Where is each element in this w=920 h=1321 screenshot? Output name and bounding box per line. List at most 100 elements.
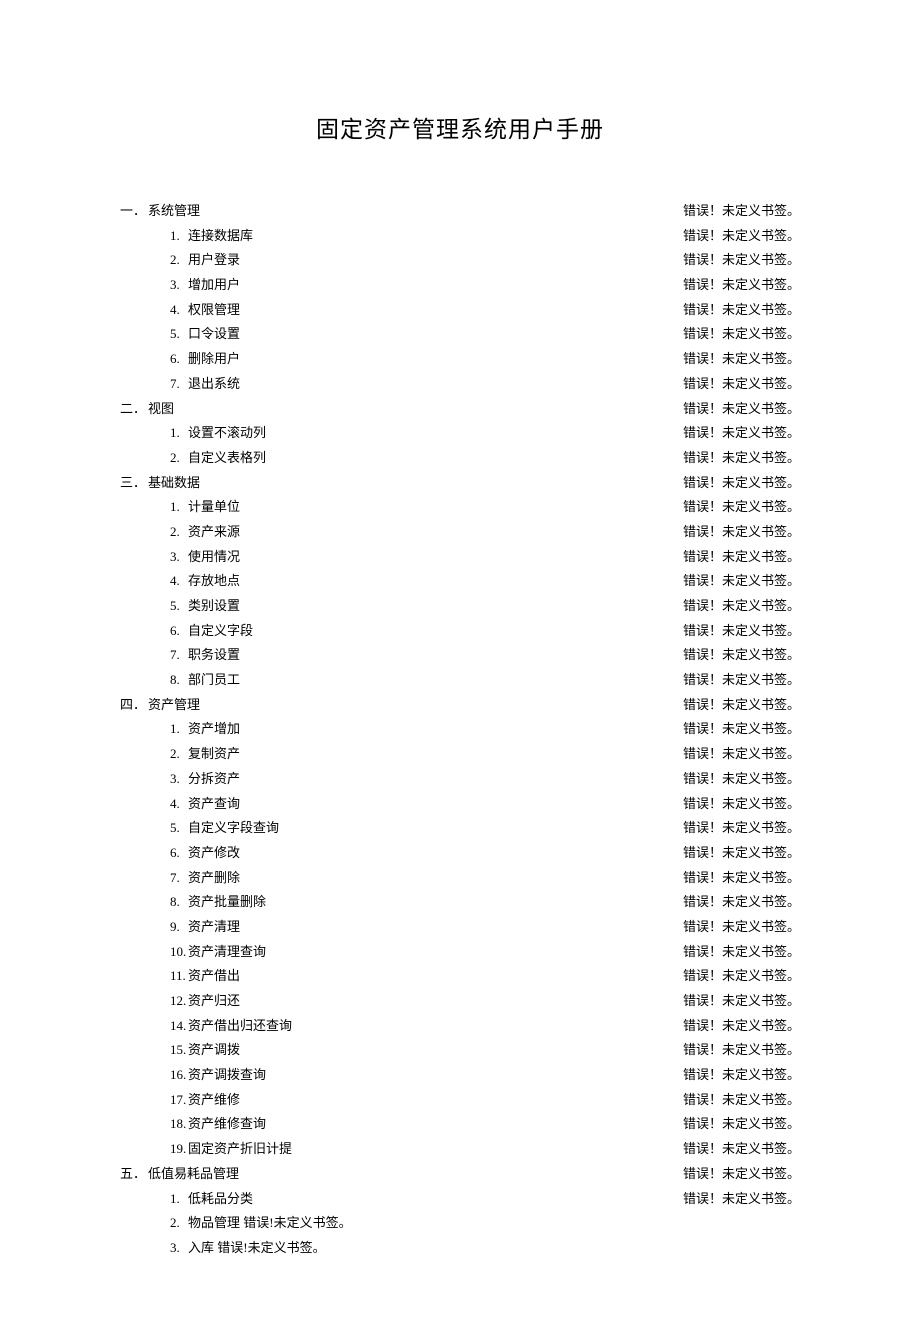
item-marker: 3.	[170, 273, 188, 298]
item-label: 存放地点	[188, 573, 240, 588]
item-marker: 5.	[170, 322, 188, 347]
bookmark-error-text: 错误！未定义书签。	[683, 248, 800, 273]
bookmark-error-text: 错误！未定义书签。	[683, 298, 800, 323]
section-label: 视图	[148, 401, 174, 416]
toc-item: 15.资产调拨	[120, 1038, 352, 1063]
item-label: 物品管理	[188, 1215, 240, 1230]
toc-item: 4.存放地点	[120, 569, 352, 594]
section-label: 低值易耗品管理	[148, 1166, 239, 1181]
item-label: 资产来源	[188, 524, 240, 539]
bookmark-error-text: 错误！未定义书签。	[683, 347, 800, 372]
toc-item: 1.设置不滚动列	[120, 421, 352, 446]
item-label: 资产清理	[188, 919, 240, 934]
item-marker: 18.	[170, 1112, 188, 1137]
item-marker: 7.	[170, 643, 188, 668]
item-label: 设置不滚动列	[188, 425, 266, 440]
item-label: 权限管理	[188, 302, 240, 317]
item-label: 自定义字段查询	[188, 820, 279, 835]
bookmark-error-text: 错误！未定义书签。	[683, 619, 800, 644]
item-label: 增加用户	[188, 277, 240, 292]
item-label: 用户登录	[188, 252, 240, 267]
bookmark-error-text: 错误！未定义书签。	[683, 1162, 800, 1187]
toc-item: 4.权限管理	[120, 298, 352, 323]
item-marker: 1.	[170, 495, 188, 520]
bookmark-error-text: 错误！未定义书签。	[683, 1063, 800, 1088]
item-label: 连接数据库	[188, 228, 253, 243]
section-label: 资产管理	[148, 697, 200, 712]
toc-item: 3.使用情况	[120, 545, 352, 570]
item-label: 删除用户	[188, 351, 240, 366]
toc-item: 2.用户登录	[120, 248, 352, 273]
toc-item: 7.职务设置	[120, 643, 352, 668]
item-marker: 3.	[170, 767, 188, 792]
toc-item: 2.自定义表格列	[120, 446, 352, 471]
item-marker: 15.	[170, 1038, 188, 1063]
item-label: 退出系统	[188, 376, 240, 391]
item-label: 资产清理查询	[188, 944, 266, 959]
item-label: 自定义表格列	[188, 450, 266, 465]
toc-section-heading: 一．系统管理	[120, 199, 352, 224]
bookmark-error-text: 错误！未定义书签。	[683, 224, 800, 249]
toc-section-heading: 五．低值易耗品管理	[120, 1162, 352, 1187]
section-marker: 三．	[120, 471, 148, 496]
bookmark-error-text: 错误！未定义书签。	[683, 372, 800, 397]
item-marker: 2.	[170, 742, 188, 767]
item-marker: 10.	[170, 940, 188, 965]
bookmark-error-text: 错误！未定义书签。	[683, 693, 800, 718]
section-marker: 二．	[120, 397, 148, 422]
toc-item: 3.分拆资产	[120, 767, 352, 792]
section-marker: 五．	[120, 1162, 148, 1187]
toc-item: 6.删除用户	[120, 347, 352, 372]
item-label: 资产归还	[188, 993, 240, 1008]
toc-item: 17.资产维修	[120, 1088, 352, 1113]
toc-item: 5.类别设置	[120, 594, 352, 619]
item-label: 资产维修	[188, 1092, 240, 1107]
item-marker: 8.	[170, 890, 188, 915]
item-marker: 9.	[170, 915, 188, 940]
bookmark-error-text: 错误！未定义书签。	[683, 964, 800, 989]
section-label: 基础数据	[148, 475, 200, 490]
item-label: 资产修改	[188, 845, 240, 860]
bookmark-error-text: 错误！未定义书签。	[683, 1187, 800, 1212]
bookmark-error-text: 错误！未定义书签。	[683, 940, 800, 965]
item-label: 固定资产折旧计提	[188, 1141, 292, 1156]
item-label: 类别设置	[188, 598, 240, 613]
inline-error-text: 错误!未定义书签。	[243, 1215, 351, 1230]
toc-content: 一．系统管理1.连接数据库2.用户登录3.增加用户4.权限管理5.口令设置6.删…	[120, 199, 800, 1261]
bookmark-error-text: 错误！未定义书签。	[683, 643, 800, 668]
inline-error-text: 错误!未定义书签。	[217, 1240, 325, 1255]
toc-item: 1.资产增加	[120, 717, 352, 742]
item-label: 分拆资产	[188, 771, 240, 786]
toc-item: 4.资产查询	[120, 792, 352, 817]
item-label: 复制资产	[188, 746, 240, 761]
item-label: 计量单位	[188, 499, 240, 514]
toc-item: 2.复制资产	[120, 742, 352, 767]
item-marker: 16.	[170, 1063, 188, 1088]
item-label: 口令设置	[188, 326, 240, 341]
bookmark-error-text: 错误！未定义书签。	[683, 1112, 800, 1137]
item-label: 资产调拨查询	[188, 1067, 266, 1082]
item-marker: 1.	[170, 717, 188, 742]
item-marker: 5.	[170, 594, 188, 619]
bookmark-error-text: 错误！未定义书签。	[683, 1088, 800, 1113]
bookmark-error-text: 错误！未定义书签。	[683, 1014, 800, 1039]
item-label: 资产借出	[188, 968, 240, 983]
item-marker: 11.	[170, 964, 188, 989]
page-title: 固定资产管理系统用户手册	[120, 110, 800, 144]
toc-item: 19.固定资产折旧计提	[120, 1137, 352, 1162]
toc-error-column: 错误！未定义书签。错误！未定义书签。错误！未定义书签。错误！未定义书签。错误！未…	[683, 199, 800, 1211]
toc-item: 3.入库 错误!未定义书签。	[120, 1236, 352, 1261]
item-marker: 6.	[170, 841, 188, 866]
item-marker: 4.	[170, 792, 188, 817]
item-marker: 17.	[170, 1088, 188, 1113]
toc-left-column: 一．系统管理1.连接数据库2.用户登录3.增加用户4.权限管理5.口令设置6.删…	[120, 199, 352, 1261]
toc-item: 7.资产删除	[120, 866, 352, 891]
toc-item: 6.资产修改	[120, 841, 352, 866]
item-label: 部门员工	[188, 672, 240, 687]
item-label: 入库	[188, 1240, 214, 1255]
toc-item: 5.自定义字段查询	[120, 816, 352, 841]
item-marker: 7.	[170, 372, 188, 397]
section-label: 系统管理	[148, 203, 200, 218]
item-label: 资产批量删除	[188, 894, 266, 909]
bookmark-error-text: 错误！未定义书签。	[683, 866, 800, 891]
